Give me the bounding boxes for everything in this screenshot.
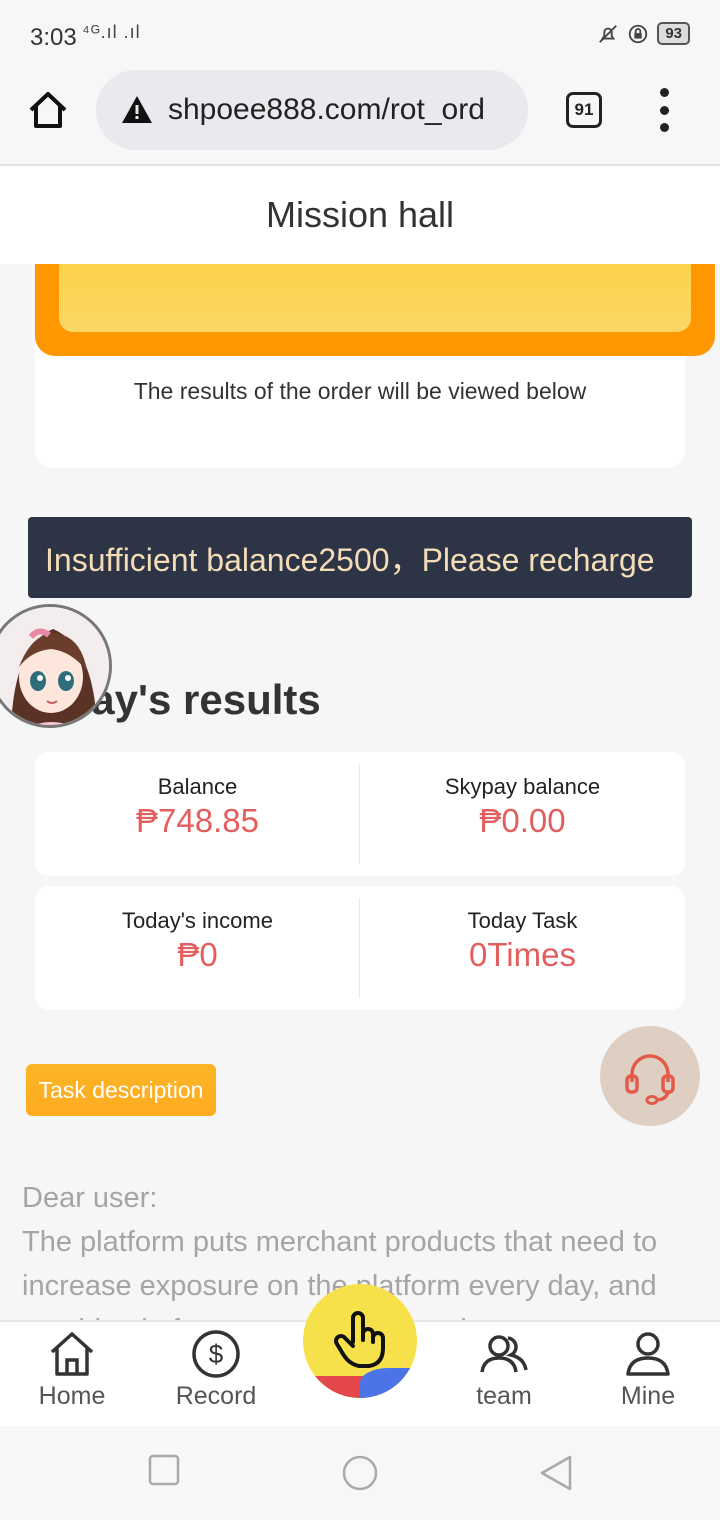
menu-dot-icon <box>659 123 669 132</box>
nav-record-label: Record <box>175 1382 257 1410</box>
grab-order-button[interactable] <box>303 1284 417 1398</box>
balance-label: Balance <box>157 774 238 799</box>
headset-icon <box>625 1054 675 1105</box>
hand-tap-icon <box>334 1311 385 1368</box>
task-label: Today Task <box>467 908 578 933</box>
signal-icon: ⁴ᴳ.ıl .ıl <box>82 22 141 42</box>
nav-home-label: Home <box>38 1382 106 1410</box>
description-greeting: Dear user: <box>22 1182 158 1214</box>
grab-order-panel <box>35 264 715 356</box>
battery-indicator: 93 <box>657 22 690 45</box>
grab-order-panel-inner <box>59 264 691 332</box>
home-icon <box>50 1332 94 1376</box>
mute-bell-icon <box>599 24 618 43</box>
url-text: shpoee888.com/rot_ord <box>168 93 485 126</box>
nav-record[interactable]: $ Record <box>144 1322 288 1428</box>
user-icon <box>626 1332 670 1376</box>
income-stat: Today's income ₱0 <box>35 886 360 1010</box>
menu-dot-icon <box>659 88 669 97</box>
recharge-alert-text: Insufficient balance2500，Please recharge <box>45 541 655 578</box>
browser-menu-button[interactable] <box>652 88 676 132</box>
system-navigation <box>0 1426 720 1520</box>
nav-mine-label: Mine <box>620 1382 676 1410</box>
balance-stat: Balance ₱748.85 <box>35 752 360 876</box>
recharge-alert: Insufficient balance2500，Please recharge <box>28 517 692 598</box>
menu-dot-icon <box>659 105 669 115</box>
status-icons: 93 <box>597 22 690 45</box>
nav-team[interactable]: team <box>432 1322 576 1428</box>
tab-switcher-button[interactable]: 91 <box>566 92 602 128</box>
lock-rotation-icon <box>629 24 648 43</box>
balance-value: ₱748.85 <box>136 802 259 839</box>
dollar-circle-icon: $ <box>192 1330 240 1378</box>
svg-text:$: $ <box>209 1339 224 1369</box>
balance-card: Balance ₱748.85 Skypay balance ₱0.00 <box>35 752 685 876</box>
nav-mine[interactable]: Mine <box>576 1322 720 1428</box>
customer-service-button[interactable] <box>600 1026 700 1126</box>
skypay-stat: Skypay balance ₱0.00 <box>360 752 685 876</box>
nav-home[interactable]: Home <box>0 1322 144 1428</box>
back-icon[interactable] <box>538 1454 574 1492</box>
warning-icon <box>122 96 152 123</box>
browser-home-button[interactable] <box>26 88 70 132</box>
page-header: Mission hall <box>0 166 720 264</box>
order-results-note: The results of the order will be viewed … <box>133 378 587 404</box>
status-bar: 3:03 ⁴ᴳ.ıl .ıl 93 <box>0 0 720 70</box>
status-time: 3:03 <box>30 24 77 51</box>
team-icon <box>480 1335 528 1373</box>
order-results-card: The results of the order will be viewed … <box>35 340 685 468</box>
task-value: 0Times <box>469 936 576 973</box>
task-stat: Today Task 0Times <box>360 886 685 1010</box>
browser-toolbar: shpoee888.com/rot_ord 91 <box>0 70 720 166</box>
task-description-button[interactable]: Task description <box>26 1064 216 1116</box>
page-title: Mission hall <box>265 194 455 235</box>
nav-team-label: team <box>476 1382 532 1410</box>
skypay-value: ₱0.00 <box>479 802 566 839</box>
skypay-label: Skypay balance <box>444 774 601 799</box>
recents-icon[interactable] <box>148 1454 180 1486</box>
income-label: Today's income <box>122 908 273 933</box>
home-icon <box>29 92 67 128</box>
home-circle-icon[interactable] <box>341 1454 379 1492</box>
address-bar[interactable]: shpoee888.com/rot_ord <box>96 70 528 150</box>
income-card: Today's income ₱0 Today Task 0Times <box>35 886 685 1010</box>
income-value: ₱0 <box>177 936 218 973</box>
